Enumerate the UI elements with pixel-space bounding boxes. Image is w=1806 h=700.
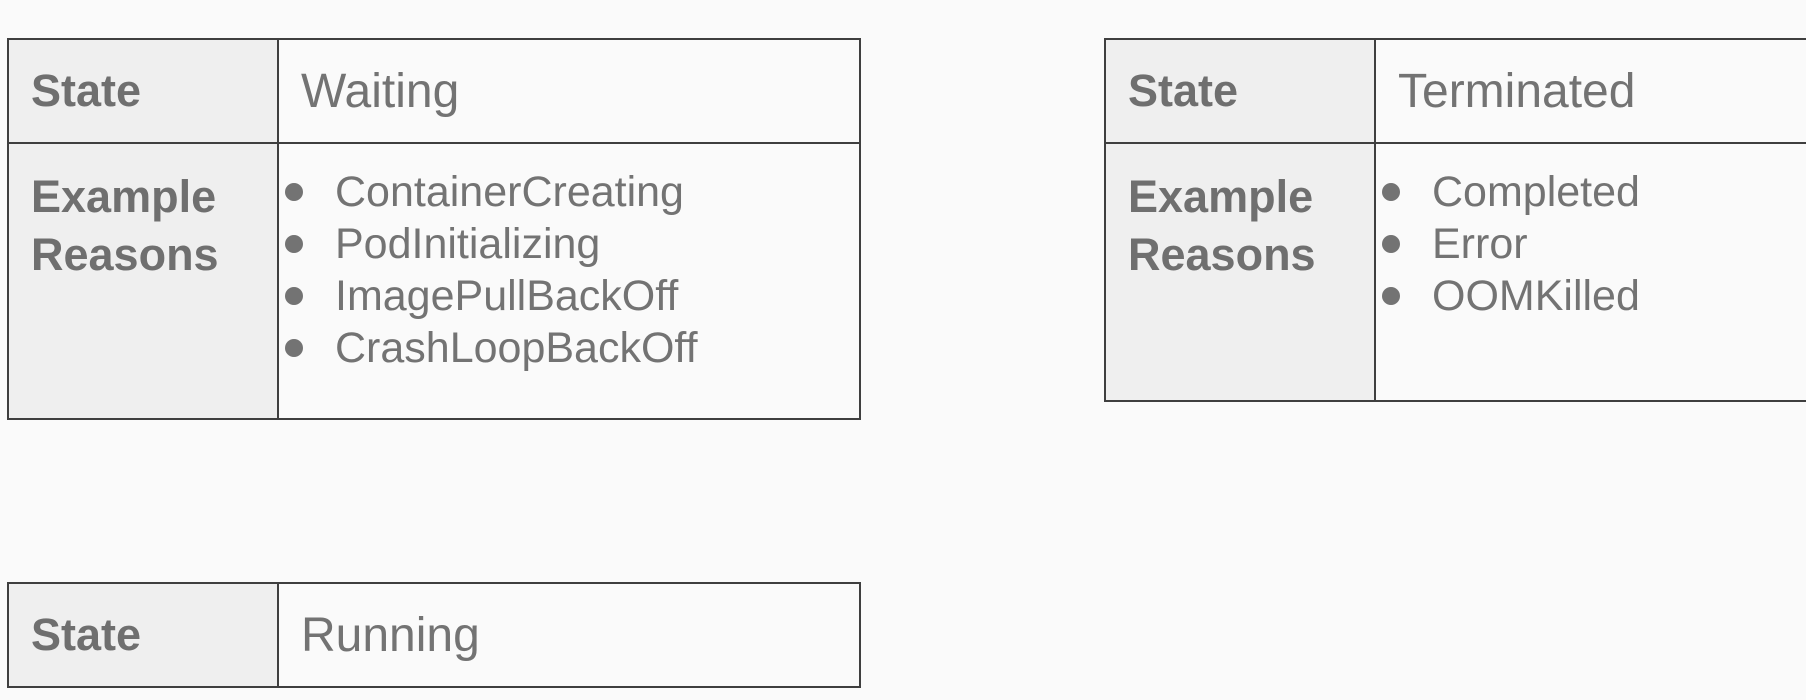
reasons-list: ContainerCreating PodInitializing ImageP…	[279, 144, 859, 374]
state-row: State Waiting	[7, 38, 861, 144]
bullet-icon	[285, 339, 303, 357]
bullet-icon	[285, 235, 303, 253]
reasons-header: Example Reasons	[7, 142, 279, 420]
list-item: ImagePullBackOff	[279, 270, 859, 322]
list-item: Error	[1376, 218, 1806, 270]
list-item: CrashLoopBackOff	[279, 322, 859, 374]
terminated-state-table: State Terminated Example Reasons Complete…	[1104, 38, 1806, 402]
reason-text: CrashLoopBackOff	[335, 324, 698, 372]
reasons-row: Example Reasons ContainerCreating PodInit…	[7, 142, 861, 420]
state-value: Running	[277, 582, 861, 688]
list-item: ContainerCreating	[279, 166, 859, 218]
list-item: OOMKilled	[1376, 270, 1806, 322]
reason-text: Completed	[1432, 168, 1640, 216]
reason-text: ContainerCreating	[335, 168, 684, 216]
list-item: PodInitializing	[279, 218, 859, 270]
state-header: State	[7, 582, 279, 688]
reason-text: Error	[1432, 220, 1528, 268]
state-header: State	[7, 38, 279, 144]
reasons-header-line1: Example	[31, 171, 217, 222]
bullet-icon	[1382, 235, 1400, 253]
reasons-header-line1: Example	[1128, 171, 1314, 222]
waiting-state-table: State Waiting Example Reasons ContainerCr…	[7, 38, 861, 420]
reasons-cell: Completed Error OOMKilled	[1374, 142, 1806, 402]
reasons-header: Example Reasons	[1104, 142, 1376, 402]
list-item: Completed	[1376, 166, 1806, 218]
reasons-header-line2: Reasons	[31, 229, 219, 280]
state-row: State Terminated	[1104, 38, 1806, 144]
bullet-icon	[285, 183, 303, 201]
bullet-icon	[1382, 287, 1400, 305]
reasons-header-line2: Reasons	[1128, 229, 1316, 280]
state-value: Terminated	[1374, 38, 1806, 144]
bullet-icon	[285, 287, 303, 305]
running-state-table: State Running	[7, 582, 861, 688]
state-value: Waiting	[277, 38, 861, 144]
state-header: State	[1104, 38, 1376, 144]
reason-text: PodInitializing	[335, 220, 601, 268]
reason-text: ImagePullBackOff	[335, 272, 679, 320]
state-row: State Running	[7, 582, 861, 688]
reasons-row: Example Reasons Completed Error OOMKilled	[1104, 142, 1806, 402]
reasons-cell: ContainerCreating PodInitializing ImageP…	[277, 142, 861, 420]
bullet-icon	[1382, 183, 1400, 201]
reasons-list: Completed Error OOMKilled	[1376, 144, 1806, 322]
reason-text: OOMKilled	[1432, 272, 1640, 320]
